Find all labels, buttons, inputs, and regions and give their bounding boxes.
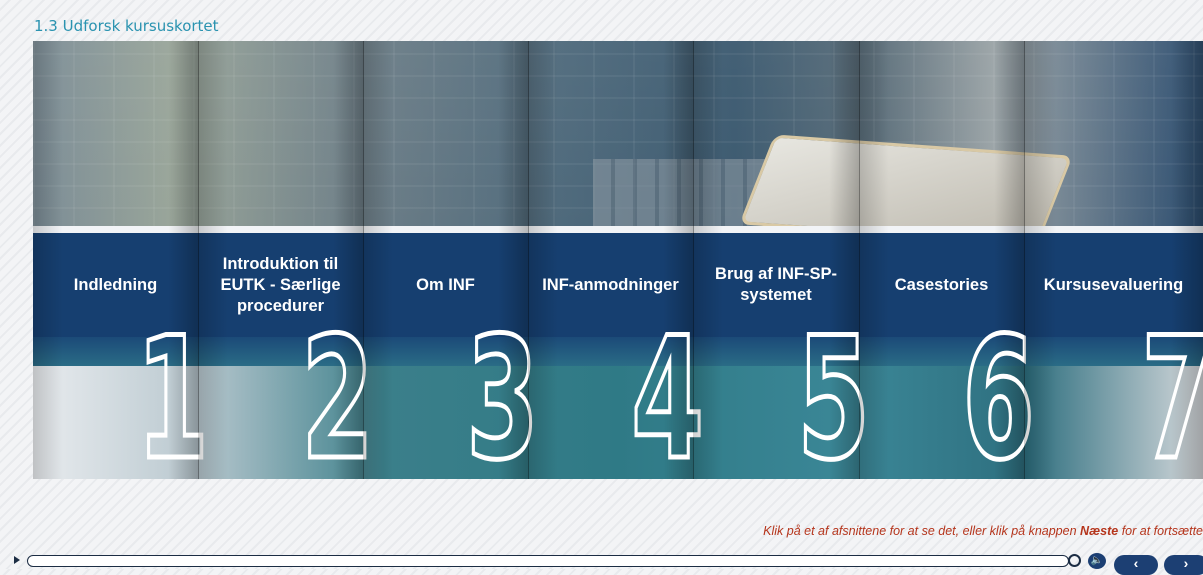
section-number: 1 [135, 301, 211, 480]
instruction-text-after: for at fortsætte [1118, 524, 1203, 538]
instruction-text: Klik på et af afsnittene for at se det, … [763, 524, 1203, 538]
instruction-next-emphasis: Næste [1080, 524, 1119, 538]
speaker-icon[interactable]: 🔈 [1088, 553, 1106, 569]
next-button[interactable]: › [1164, 555, 1203, 575]
section-number: 4 [630, 301, 706, 480]
section-number: 5 [796, 301, 872, 480]
section-introduktion[interactable]: Introduktion til EUTK - Særlige procedur… [198, 41, 376, 479]
section-number: 7 [1140, 301, 1203, 480]
section-number: 3 [465, 301, 541, 480]
search-icon[interactable] [1068, 554, 1081, 567]
previous-button[interactable]: ‹ [1114, 555, 1158, 575]
section-number: 6 [961, 301, 1037, 480]
section-kursusevaluering[interactable]: Kursusevaluering 7 [1024, 41, 1203, 479]
section-om-inf[interactable]: Om INF 3 [363, 41, 541, 479]
section-indledning[interactable]: Indledning 1 [33, 41, 211, 479]
play-icon[interactable] [14, 556, 20, 564]
section-inf-anmodninger[interactable]: INF-anmodninger 4 [528, 41, 706, 479]
seek-bar[interactable] [27, 555, 1069, 567]
player-controls: 🔈 ‹ › [0, 553, 1203, 575]
section-brug-af-inf-sp[interactable]: Brug af INF-SP-systemet 5 [693, 41, 872, 479]
instruction-text-before: Klik på et af afsnittene for at se det, … [763, 524, 1081, 538]
section-number: 2 [300, 301, 376, 480]
course-map: Indledning 1 Introduktion til EUTK - Sær… [33, 41, 1203, 479]
section-casestories[interactable]: Casestories 6 [859, 41, 1037, 479]
page-title: 1.3 Udforsk kursuskortet [34, 17, 219, 35]
